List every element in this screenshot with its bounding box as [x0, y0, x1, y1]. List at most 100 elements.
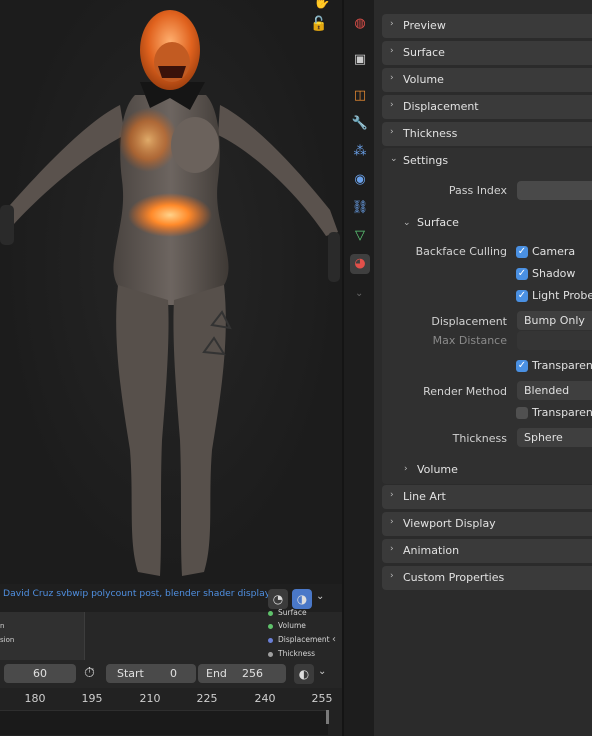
shadow-label: Shadow: [532, 267, 576, 280]
panel-label: Thickness: [403, 127, 458, 140]
node-line: sion: [0, 636, 15, 644]
light-probe-label: Light Probe: [532, 289, 592, 302]
backface-culling-label: Backface Culling: [415, 245, 507, 258]
panel-settings-header[interactable]: ⌄ Settings: [382, 149, 592, 173]
node-line: n: [0, 622, 5, 630]
chevron-right-icon: ›: [390, 46, 394, 56]
ruler-tick: 180: [24, 692, 46, 705]
data-icon[interactable]: ▽: [350, 226, 370, 246]
transparent-label: Transparen: [532, 359, 592, 372]
ruler-tick: 195: [81, 692, 103, 705]
unlock-icon[interactable]: 🔓: [310, 16, 327, 32]
render-method-label: Render Method: [423, 385, 507, 398]
transparent2-label: Transparen: [532, 406, 592, 419]
keying-icon[interactable]: ◐: [294, 664, 314, 684]
socket-label: Displacement: [278, 635, 330, 644]
camera-checkbox[interactable]: ✓: [516, 246, 528, 258]
panel-label: Displacement: [403, 100, 479, 113]
constraints-icon[interactable]: ⛓: [350, 198, 370, 218]
particles-icon[interactable]: ⁂: [350, 142, 370, 162]
modifier-icon[interactable]: 🔧: [350, 114, 370, 134]
socket-surface[interactable]: Surface: [268, 608, 307, 617]
ruler-tick: 240: [254, 692, 276, 705]
render-method-dropdown[interactable]: Blended: [517, 381, 592, 400]
camera-label: Camera: [532, 245, 576, 258]
overlay-icon[interactable]: ◔: [268, 589, 288, 609]
panel-label: Surface: [403, 46, 445, 59]
node-editor[interactable]: n sion Surface Volume Displacement Thick…: [0, 608, 342, 660]
end-value: 256: [242, 667, 263, 680]
light-probe-checkbox[interactable]: ✓: [516, 290, 528, 302]
max-distance-field: [517, 331, 592, 350]
start-label: Start: [117, 667, 144, 680]
pass-index-label: Pass Index: [448, 184, 507, 197]
pass-index-field[interactable]: [517, 181, 592, 200]
hand-icon[interactable]: ✋: [313, 0, 330, 10]
physics-icon[interactable]: ◉: [350, 170, 370, 190]
panel-animation[interactable]: › Animation: [382, 539, 592, 563]
object-icon[interactable]: ◫: [350, 86, 370, 106]
chevron-right-icon: ›: [390, 571, 394, 581]
start-value: 0: [170, 667, 177, 680]
current-frame-field[interactable]: 60: [4, 664, 76, 683]
chevron-down-icon[interactable]: ⌄: [355, 288, 363, 299]
panel-displacement[interactable]: › Displacement: [382, 95, 592, 119]
shading-icon[interactable]: ◑: [292, 589, 312, 609]
panel-volume[interactable]: › Volume: [382, 68, 592, 92]
panel-line-art[interactable]: › Line Art: [382, 485, 592, 509]
end-label: End: [206, 667, 227, 680]
panel-custom-properties[interactable]: › Custom Properties: [382, 566, 592, 590]
displacement-dropdown[interactable]: Bump Only: [517, 311, 592, 330]
ruler-tick: 225: [196, 692, 218, 705]
transparent2-checkbox[interactable]: [516, 407, 528, 419]
end-frame-field[interactable]: End 256: [198, 664, 286, 683]
volume-subpanel-label[interactable]: Volume: [417, 463, 458, 476]
timeline-track[interactable]: [0, 710, 328, 735]
character-model: [0, 10, 340, 576]
shader-node[interactable]: n sion: [0, 612, 85, 660]
3d-viewport[interactable]: ✋ 🔓: [0, 0, 342, 584]
surface-subpanel-label[interactable]: Surface: [417, 216, 459, 229]
panel-label: Volume: [403, 73, 444, 86]
panel-surface[interactable]: › Surface: [382, 41, 592, 65]
socket-displacement[interactable]: Displacement: [268, 635, 330, 644]
info-text: David Cruz svbwip polycount post, blende…: [3, 588, 272, 599]
panel-label: Custom Properties: [403, 571, 505, 584]
socket-volume[interactable]: Volume: [268, 621, 306, 630]
chevron-right-icon: ›: [390, 100, 394, 110]
material-icon[interactable]: ◕: [350, 254, 370, 274]
world-icon[interactable]: ◍: [350, 14, 370, 34]
max-distance-label: Max Distance: [432, 334, 507, 347]
panel-label: Settings: [403, 154, 449, 167]
chevron-down-icon[interactable]: ⌄: [403, 218, 411, 228]
timeline-header: 60 ⏱ Start 0 End 256 ◐ ⌄: [0, 660, 342, 688]
socket-label: Thickness: [278, 649, 316, 658]
panel-label: Line Art: [403, 490, 446, 503]
chevron-right-icon: ›: [390, 544, 394, 554]
thickness-label: Thickness: [452, 432, 507, 445]
collection-icon[interactable]: ▣: [350, 50, 370, 70]
chevron-down-icon[interactable]: ⌄: [318, 666, 326, 677]
chevron-right-icon: ›: [390, 517, 394, 527]
properties-tabbar: ◍ ▣ ◫ 🔧 ⁂ ◉ ⛓ ▽ ◕ ⌄: [344, 0, 374, 736]
panel-preview[interactable]: › Preview: [382, 14, 592, 38]
transparent-checkbox[interactable]: ✓: [516, 360, 528, 372]
panel-viewport-display[interactable]: › Viewport Display: [382, 512, 592, 536]
stopwatch-icon[interactable]: ⏱: [84, 665, 95, 681]
end-marker[interactable]: [326, 710, 329, 724]
chevron-down-icon[interactable]: ⌄: [316, 591, 324, 602]
socket-thickness[interactable]: Thickness: [268, 649, 315, 658]
properties-editor: › Preview › Surface › Volume › Displacem…: [374, 0, 592, 736]
chevron-right-icon: ›: [390, 490, 394, 500]
chevron-right-icon: ›: [390, 19, 394, 29]
shadow-checkbox[interactable]: ✓: [516, 268, 528, 280]
chevron-left-icon[interactable]: ‹: [332, 634, 336, 645]
thickness-dropdown[interactable]: Sphere: [517, 428, 592, 447]
panel-label: Viewport Display: [403, 517, 496, 530]
chevron-right-icon[interactable]: ›: [404, 464, 408, 474]
displacement-label: Displacement: [431, 315, 507, 328]
panel-label: Preview: [403, 19, 446, 32]
timeline-ruler[interactable]: 180 195 210 225 240 255: [0, 688, 342, 736]
panel-thickness[interactable]: › Thickness: [382, 122, 592, 146]
start-frame-field[interactable]: Start 0: [106, 664, 196, 683]
